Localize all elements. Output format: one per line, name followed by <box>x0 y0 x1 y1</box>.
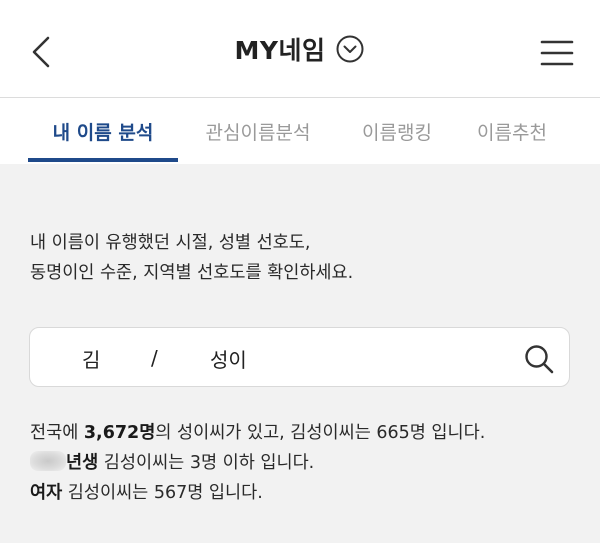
gender-label: 여자 <box>30 483 63 503</box>
analysis-results: 전국에 3,672명의 성이씨가 있고, 김성이씨는 665명 입니다. 년생 … <box>30 418 590 508</box>
result-line: 여자 김성이씨는 567명 입니다. <box>30 478 590 508</box>
total-count: 3,672명 <box>83 423 156 443</box>
result-text: 전국에 <box>30 423 84 443</box>
result-text: 김성이씨는 567명 입니다. <box>62 483 263 503</box>
result-line: 전국에 3,672명의 성이씨가 있고, 김성이씨는 665명 입니다. <box>30 418 590 448</box>
tab-bar: 내 이름 분석 관심이름분석 이름랭킹 이름추천 <box>0 98 600 164</box>
title-area: MY네임 <box>0 0 600 98</box>
app-header: MY네임 <box>0 0 600 98</box>
birth-year-label: 년생 <box>66 453 99 473</box>
back-button[interactable] <box>22 30 62 74</box>
chevron-left-icon <box>32 36 50 68</box>
description-line: 내 이름이 유행했던 시절, 성별 선호도, <box>30 233 311 253</box>
page-title: MY네임 <box>234 36 326 65</box>
name-separator: / <box>151 346 158 370</box>
result-line: 년생 김성이씨는 3명 이하 입니다. <box>30 448 590 478</box>
menu-button[interactable] <box>536 36 576 70</box>
hamburger-menu-icon <box>540 40 574 66</box>
title-dropdown[interactable]: MY네임 <box>235 31 366 67</box>
description: 내 이름이 유행했던 시절, 성별 선호도, 동명이인 수준, 지역별 선호도를… <box>30 228 570 288</box>
tab-name-recommendation[interactable]: 이름추천 <box>462 98 562 164</box>
blurred-birth-year <box>30 451 66 471</box>
name-search-box[interactable]: 김 / 성이 <box>29 327 570 387</box>
tab-my-name-analysis[interactable]: 내 이름 분석 <box>28 98 178 164</box>
given-name-input[interactable]: 성이 <box>210 328 247 388</box>
search-icon <box>525 345 554 374</box>
search-button[interactable] <box>522 342 556 376</box>
tab-name-ranking[interactable]: 이름랭킹 <box>344 98 450 164</box>
chevron-down-circle-icon <box>336 35 364 63</box>
result-text: 의 성이씨가 있고, 김성이씨는 665명 입니다. <box>155 423 486 443</box>
description-line: 동명이인 수준, 지역별 선호도를 확인하세요. <box>30 263 354 283</box>
tab-interest-name-analysis[interactable]: 관심이름분석 <box>188 98 328 164</box>
surname-input[interactable]: 김 <box>82 328 100 388</box>
result-text: 김성이씨는 3명 이하 입니다. <box>98 453 315 473</box>
active-tab-indicator <box>28 158 178 162</box>
